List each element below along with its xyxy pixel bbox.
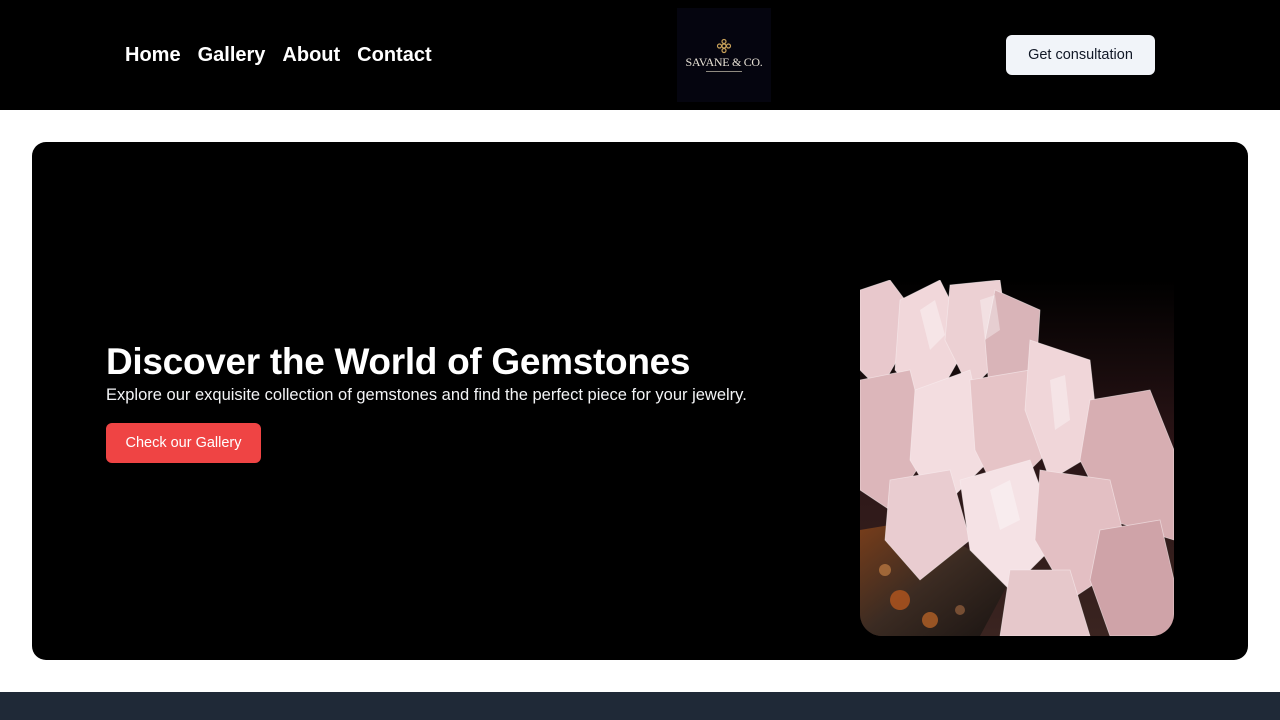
- footer-strip: [0, 692, 1280, 720]
- hero-subtitle: Explore our exquisite collection of gems…: [106, 386, 747, 404]
- check-gallery-button[interactable]: Check our Gallery: [106, 423, 261, 463]
- crystal-cluster-illustration: [860, 280, 1174, 636]
- hero-title: Discover the World of Gemstones: [106, 341, 691, 382]
- flower-ornament-icon: [716, 38, 732, 54]
- hero-content: Discover the World of Gemstones Explore …: [106, 341, 806, 463]
- brand-logo[interactable]: SAVANE & CO.: [677, 8, 771, 102]
- site-header: Home Gallery About Contact SAVANE & CO. …: [0, 0, 1280, 110]
- logo-divider: [706, 71, 742, 72]
- get-consultation-button[interactable]: Get consultation: [1006, 35, 1155, 75]
- hero-section: Discover the World of Gemstones Explore …: [32, 142, 1248, 660]
- nav-about-link[interactable]: About: [282, 42, 340, 68]
- nav-gallery-link[interactable]: Gallery: [198, 42, 266, 68]
- main-nav: Home Gallery About Contact: [125, 42, 432, 68]
- logo-wordmark: SAVANE & CO.: [685, 55, 763, 69]
- nav-home-link[interactable]: Home: [125, 42, 181, 68]
- gemstone-image: [860, 280, 1174, 636]
- nav-contact-link[interactable]: Contact: [357, 42, 431, 68]
